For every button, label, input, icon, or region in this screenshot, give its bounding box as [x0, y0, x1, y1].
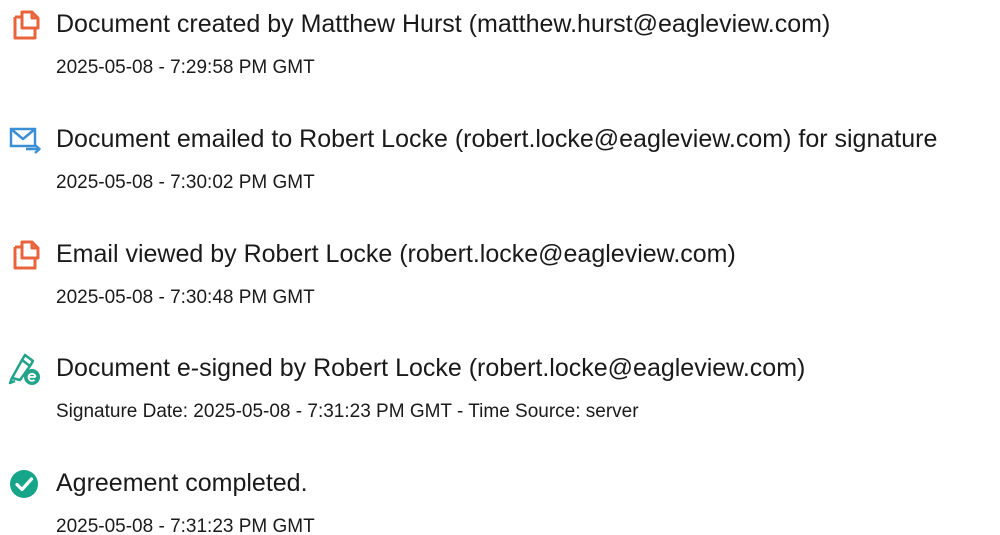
event-timestamp: 2025-05-08 - 7:31:23 PM GMT — [56, 516, 315, 535]
event-timestamp: Signature Date: 2025-05-08 - 7:31:23 PM … — [56, 401, 639, 422]
event-timestamp: 2025-05-08 - 7:30:48 PM GMT — [56, 287, 315, 308]
email-viewed-icon — [13, 240, 40, 270]
event-title: Document e-signed by Robert Locke (rober… — [56, 354, 806, 382]
document-created-icon — [13, 10, 40, 40]
agreement-completed-icon — [10, 470, 38, 498]
audit-history: Document created by Matthew Hurst (matth… — [0, 0, 1000, 535]
history-event-email-viewed: Email viewed by Robert Locke (robert.loc… — [0, 236, 1000, 316]
history-event-e-signed: Document e-signed by Robert Locke (rober… — [0, 350, 1000, 430]
e-signed-icon — [8, 353, 40, 385]
event-timestamp: 2025-05-08 - 7:30:02 PM GMT — [56, 172, 315, 193]
event-title: Document emailed to Robert Locke (robert… — [56, 125, 938, 153]
event-title: Email viewed by Robert Locke (robert.loc… — [56, 240, 736, 268]
event-title: Document created by Matthew Hurst (matth… — [56, 10, 831, 38]
history-event-agreement-completed: Agreement completed. 2025-05-08 - 7:31:2… — [0, 465, 1000, 535]
email-sent-icon — [9, 127, 41, 154]
history-event-document-created: Document created by Matthew Hurst (matth… — [0, 6, 1000, 86]
event-timestamp: 2025-05-08 - 7:29:58 PM GMT — [56, 57, 315, 78]
event-title: Agreement completed. — [56, 469, 308, 497]
history-event-document-emailed: Document emailed to Robert Locke (robert… — [0, 121, 1000, 201]
